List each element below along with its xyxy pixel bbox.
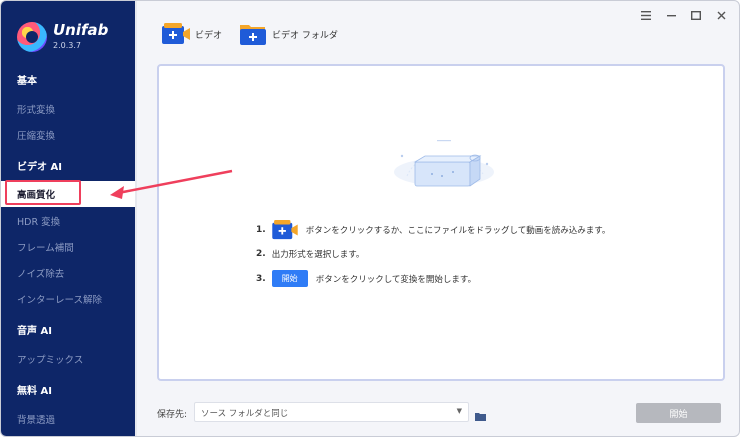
sidebar-item-hdr[interactable]: HDR 変換 [17, 214, 60, 228]
section-audio-ai: 音声 AI [17, 326, 52, 337]
minimize-icon[interactable] [665, 9, 677, 21]
save-location-select[interactable]: ソース フォルダと同じ ▼ [194, 402, 469, 422]
video-add-icon [271, 220, 298, 240]
sidebar: Unifab 2.0.3.7 基本 形式変換 圧縮変換 ビデオ AI 高画質化 … [1, 1, 135, 436]
app-name: Unifab [53, 21, 109, 39]
video-add-icon [162, 23, 190, 45]
section-basic: 基本 [17, 76, 37, 87]
add-folder-button[interactable]: ビデオ フォルダ [239, 23, 338, 45]
sidebar-item-format-convert[interactable]: 形式変換 [17, 102, 55, 116]
sidebar-item-bg-remove[interactable]: 背景透過 [17, 412, 55, 426]
chevron-down-icon: ▼ [456, 407, 462, 415]
sidebar-scrollbar[interactable] [135, 1, 137, 436]
sidebar-item-compress[interactable]: 圧縮変換 [17, 128, 55, 142]
maximize-icon[interactable] [690, 9, 702, 21]
section-video-ai: ビデオ AI [17, 162, 62, 173]
folder-browse-icon[interactable] [475, 406, 486, 421]
save-location-value: ソース フォルダと同じ [201, 409, 289, 419]
add-folder-label: ビデオ フォルダ [272, 30, 338, 41]
step-1: 1. ボタンをクリックするか、ここにファイルをドラッグして動画を読み込みます。 [256, 220, 610, 240]
sidebar-item-denoise[interactable]: ノイズ除去 [17, 266, 64, 280]
empty-box-illustration [394, 140, 494, 187]
add-video-label: ビデオ [195, 30, 223, 41]
sidebar-item-deinterlace[interactable]: インターレース解除 [17, 292, 102, 306]
app-window: Unifab 2.0.3.7 基本 形式変換 圧縮変換 ビデオ AI 高画質化 … [0, 0, 740, 437]
step-3: 3. 開始 ボタンをクリックして変換を開始します。 [256, 270, 476, 287]
app-version: 2.0.3.7 [53, 41, 81, 50]
step-2: 2. 出力形式を選択します。 [256, 249, 365, 260]
menu-icon[interactable] [640, 9, 652, 21]
unifab-logo [17, 22, 47, 52]
section-free-ai: 無料 AI [17, 386, 52, 397]
highlight-box [5, 180, 81, 205]
save-to-label: 保存先: [157, 410, 188, 420]
close-icon[interactable] [715, 9, 727, 21]
drop-zone[interactable]: 1. ボタンをクリックするか、ここにファイルをドラッグして動画を読み込みます。 … [157, 64, 725, 381]
add-video-button[interactable]: ビデオ [162, 23, 222, 45]
start-button[interactable]: 開始 [636, 403, 721, 423]
sidebar-item-upmix[interactable]: アップミックス [17, 352, 83, 366]
window-controls [640, 9, 727, 21]
folder-add-icon [239, 23, 266, 45]
sidebar-item-frame-interp[interactable]: フレーム補間 [17, 240, 74, 254]
start-mini-button: 開始 [271, 270, 308, 287]
